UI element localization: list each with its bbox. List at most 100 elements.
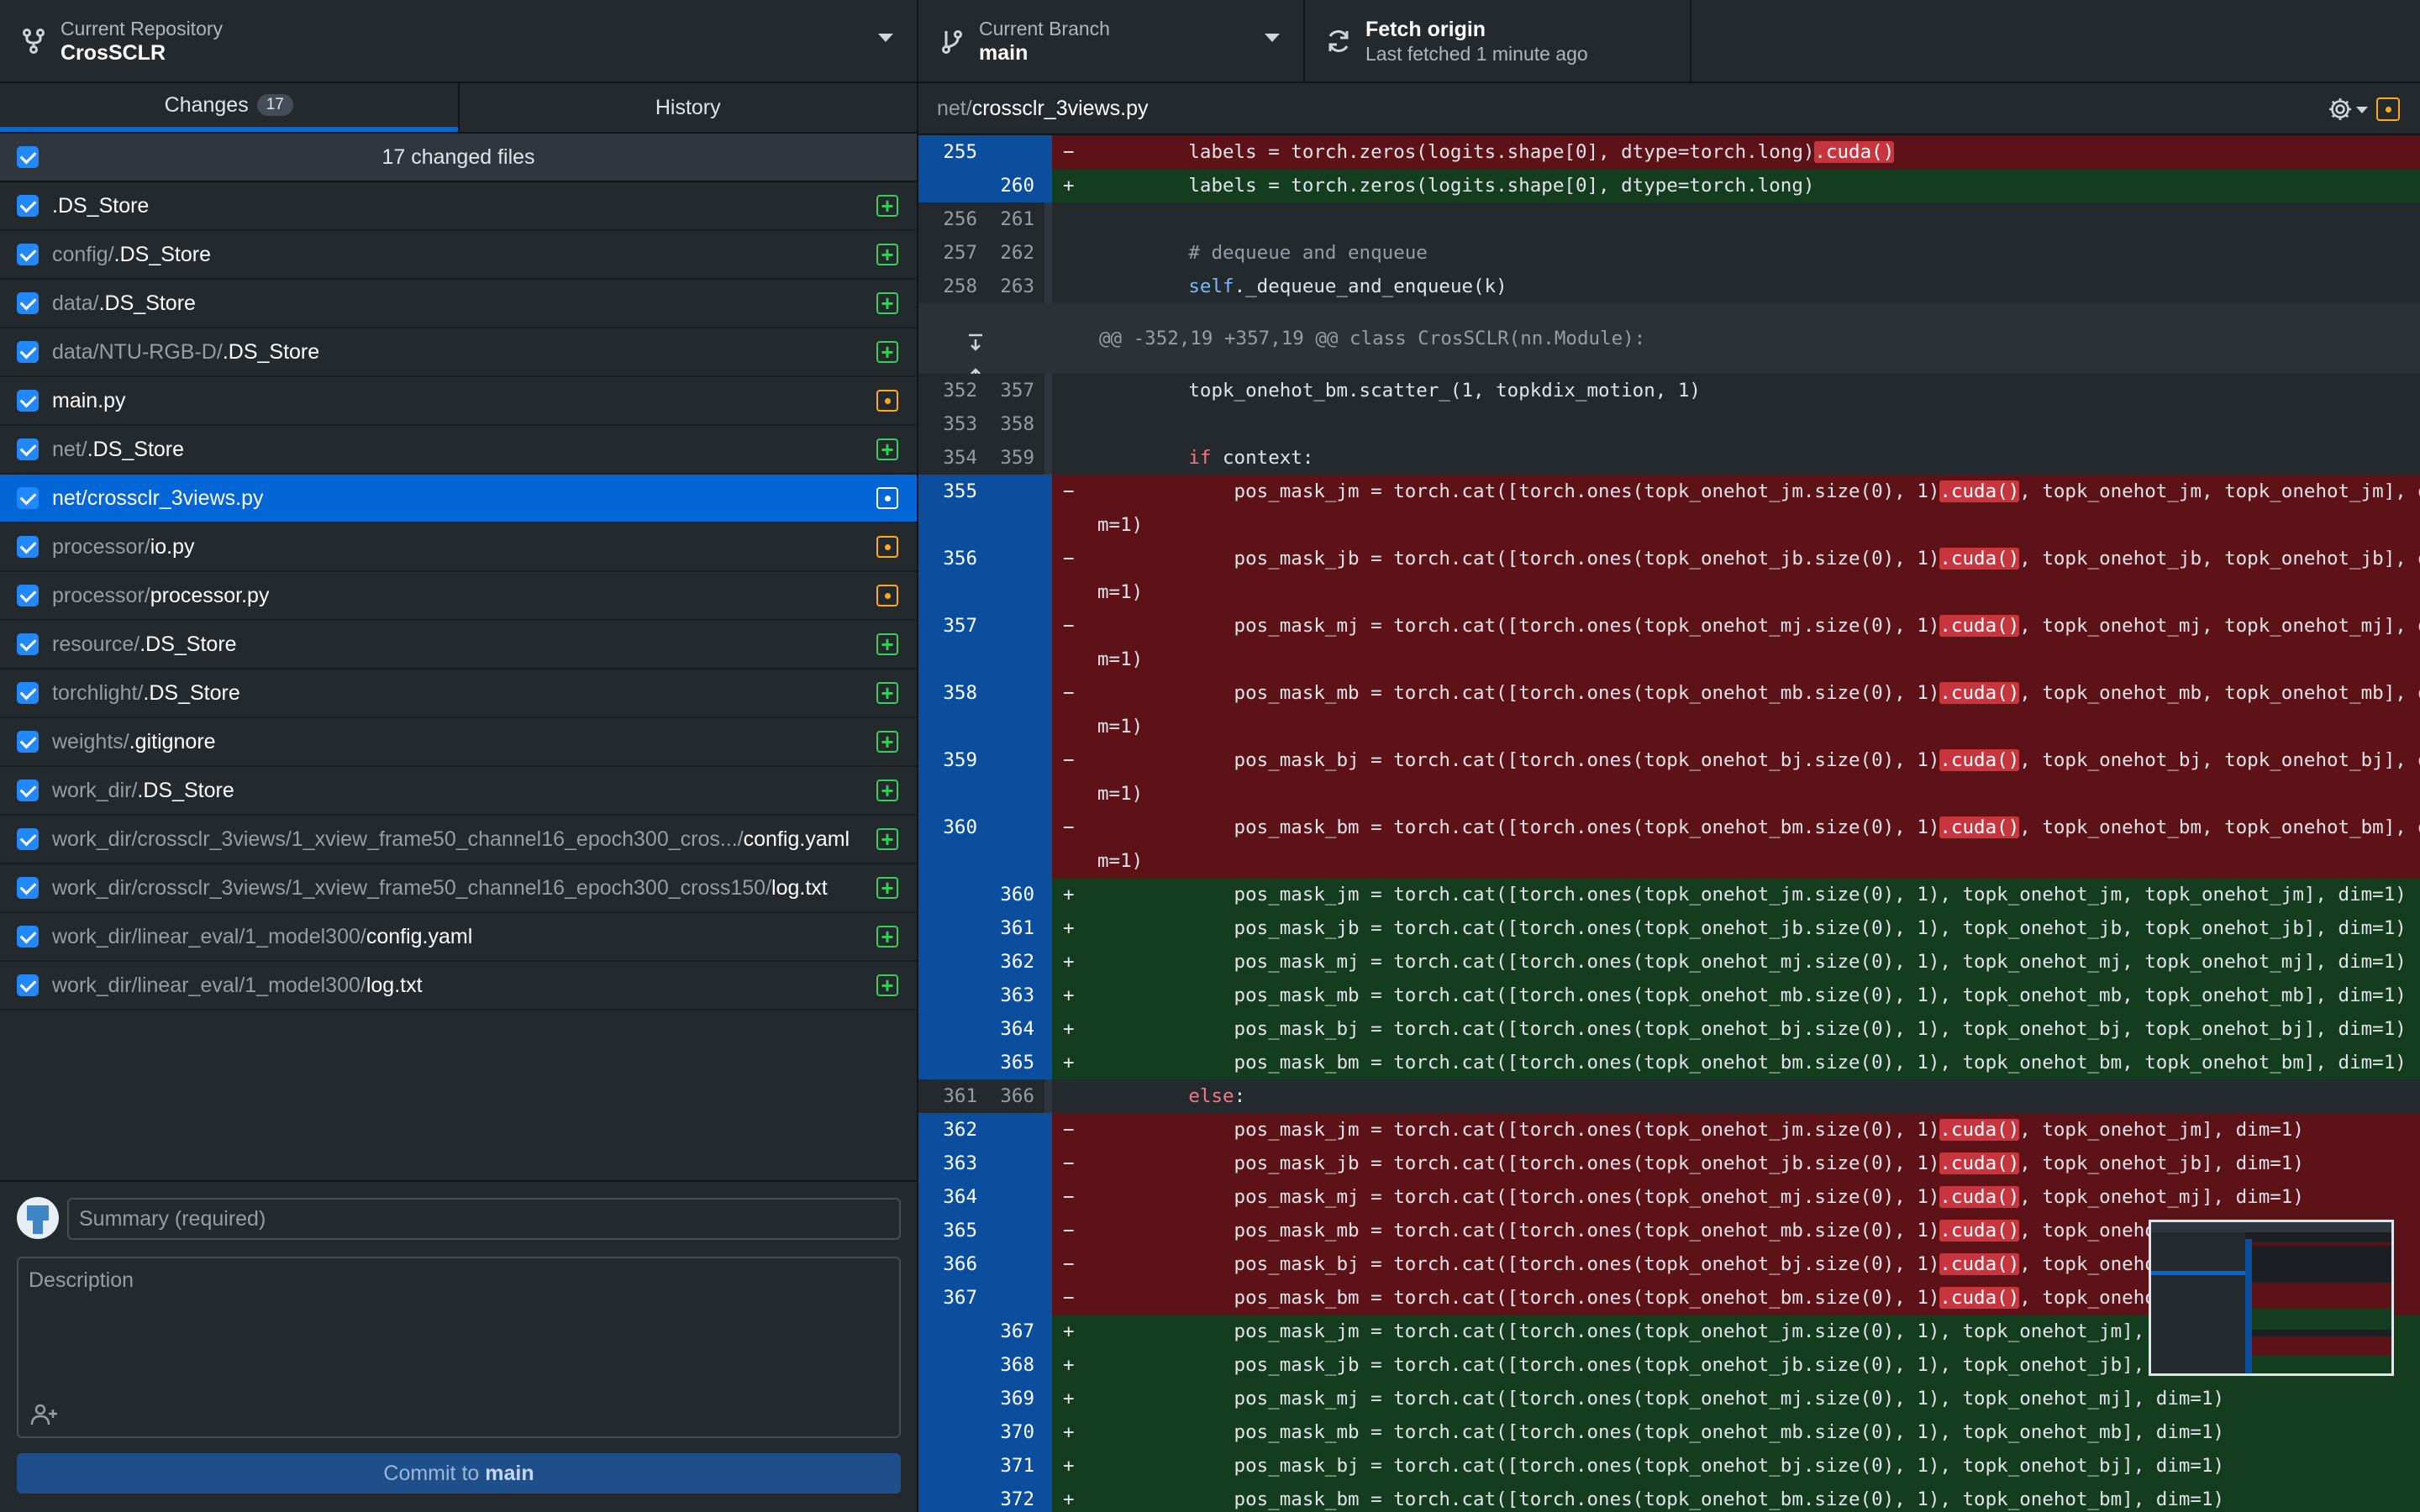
new-line-number [986, 676, 1044, 710]
file-checkbox[interactable] [17, 585, 39, 606]
file-row[interactable]: net/crossclr_3views.py [0, 475, 917, 523]
file-checkbox[interactable] [17, 195, 39, 217]
new-line-number: 260 [986, 169, 1044, 202]
code-text: pos_mask_mb = torch.cat([torch.ones(topk… [1097, 682, 2420, 704]
summary-input[interactable]: Summary (required) [67, 1198, 901, 1240]
file-added-icon [876, 341, 898, 363]
file-checkbox[interactable] [17, 292, 39, 314]
expand-down-icon[interactable] [965, 312, 989, 351]
old-line-number: 359 [918, 743, 986, 777]
tab-history[interactable]: History [457, 83, 917, 132]
file-checkbox[interactable] [17, 974, 39, 996]
file-checkbox[interactable] [17, 390, 39, 412]
code-text: if context: [1097, 447, 1314, 469]
commit-button[interactable]: Commit to main [17, 1453, 901, 1494]
new-line-number: 358 [986, 407, 1044, 441]
file-row[interactable]: main.py [0, 377, 917, 426]
new-line-number [986, 575, 1044, 609]
file-checkbox[interactable] [17, 244, 39, 265]
file-row[interactable]: .DS_Store [0, 182, 917, 231]
changed-files-count: 17 changed files [381, 144, 535, 169]
file-row[interactable]: torchlight/.DS_Store [0, 669, 917, 718]
file-added-icon [876, 974, 898, 996]
new-line-number: 364 [986, 1012, 1044, 1046]
new-line-number: 366 [986, 1079, 1044, 1113]
code-text: # dequeue and enqueue [1097, 242, 1428, 264]
repository-selector[interactable]: Current Repository CrosSCLR [0, 0, 918, 81]
select-all-checkbox[interactable] [17, 146, 39, 168]
description-input[interactable]: Description [17, 1257, 901, 1438]
tab-changes[interactable]: Changes 17 [0, 83, 458, 132]
new-line-number [986, 609, 1044, 643]
file-row[interactable]: resource/.DS_Store [0, 621, 917, 669]
old-line-number [918, 575, 986, 609]
old-line-number [918, 911, 986, 945]
file-checkbox[interactable] [17, 633, 39, 655]
file-row[interactable]: config/.DS_Store [0, 231, 917, 280]
file-modified-icon [876, 390, 898, 412]
file-checkbox[interactable] [17, 828, 39, 850]
fetch-origin-button[interactable]: Fetch origin Last fetched 1 minute ago [1305, 0, 1691, 81]
file-row[interactable]: processor/processor.py [0, 572, 917, 621]
new-line-number: 263 [986, 270, 1044, 303]
old-line-number: 354 [918, 441, 986, 475]
removed-line: 355 − pos_mask_jm = torch.cat([torch.ones… [918, 475, 2420, 508]
old-line-number [918, 508, 986, 542]
file-path: resource/.DS_Store [52, 633, 237, 657]
old-line-number: 255 [918, 135, 986, 169]
file-checkbox[interactable] [17, 731, 39, 753]
chevron-down-icon[interactable] [2356, 107, 2368, 113]
branch-label: Current Branch [979, 17, 1110, 39]
code-text: m=1) [1097, 648, 1144, 670]
expand-up-icon[interactable] [965, 345, 989, 386]
file-row[interactable]: net/.DS_Store [0, 426, 917, 475]
file-row[interactable]: work_dir/linear_eval/1_model300/config.y… [0, 913, 917, 962]
diff-marker: − [1063, 682, 1075, 704]
new-line-number [986, 135, 1044, 169]
added-line: 360 + pos_mask_jm = torch.cat([torch.ones… [918, 878, 2420, 911]
file-added-icon [876, 877, 898, 899]
new-line-number: 360 [986, 878, 1044, 911]
file-row[interactable]: processor/io.py [0, 523, 917, 572]
tab-changes-label: Changes [164, 92, 249, 117]
add-coauthor-icon[interactable] [30, 1403, 59, 1426]
new-line-number: 365 [986, 1046, 1044, 1079]
code-text: self._dequeue_and_enqueue(k) [1097, 276, 1507, 297]
removed-line: m=1) [918, 710, 2420, 743]
diff-marker: + [1063, 1018, 1075, 1040]
code-text: topk_onehot_bm.scatter_(1, topkdix_motio… [1097, 380, 1701, 402]
removed-line: m=1) [918, 777, 2420, 811]
sidebar-tabs: Changes 17 History [0, 83, 917, 134]
file-row[interactable]: work_dir/crossclr_3views/1_xview_frame50… [0, 864, 917, 913]
file-checkbox[interactable] [17, 926, 39, 948]
code-text: labels = torch.zeros(logits.shape[0], dt… [1097, 141, 1895, 163]
file-row[interactable]: work_dir/crossclr_3views/1_xview_frame50… [0, 816, 917, 864]
code-text: pos_mask_bj = torch.cat([torch.ones(topk… [1097, 749, 2420, 771]
file-row[interactable]: data/.DS_Store [0, 280, 917, 328]
file-row[interactable]: work_dir/.DS_Store [0, 767, 917, 816]
branch-selector[interactable]: Current Branch main [918, 0, 1305, 81]
screenshot-thumbnail[interactable] [2149, 1220, 2394, 1376]
file-row[interactable]: work_dir/linear_eval/1_model300/log.txt [0, 962, 917, 1011]
file-checkbox[interactable] [17, 682, 39, 704]
fetch-title: Fetch origin [1365, 17, 1486, 41]
repo-name: CrosSCLR [60, 40, 166, 65]
file-checkbox[interactable] [17, 536, 39, 558]
file-checkbox[interactable] [17, 487, 39, 509]
old-line-number [918, 1449, 986, 1483]
file-row[interactable]: data/NTU-RGB-D/.DS_Store [0, 328, 917, 377]
old-line-number: 357 [918, 609, 986, 643]
file-dir: resource/ [52, 632, 140, 656]
gear-icon[interactable] [2328, 97, 2353, 122]
old-line-number [918, 979, 986, 1012]
file-checkbox[interactable] [17, 877, 39, 899]
old-line-number [918, 777, 986, 811]
file-row[interactable]: weights/.gitignore [0, 718, 917, 767]
removed-line: 255 − labels = torch.zeros(logits.shape[0… [918, 135, 2420, 169]
file-checkbox[interactable] [17, 780, 39, 801]
diff-marker: + [1063, 1052, 1075, 1074]
file-checkbox[interactable] [17, 341, 39, 363]
file-checkbox[interactable] [17, 438, 39, 460]
old-line-number [918, 844, 986, 878]
code-text: pos_mask_bm = torch.cat([torch.ones(topk… [1097, 816, 2420, 838]
